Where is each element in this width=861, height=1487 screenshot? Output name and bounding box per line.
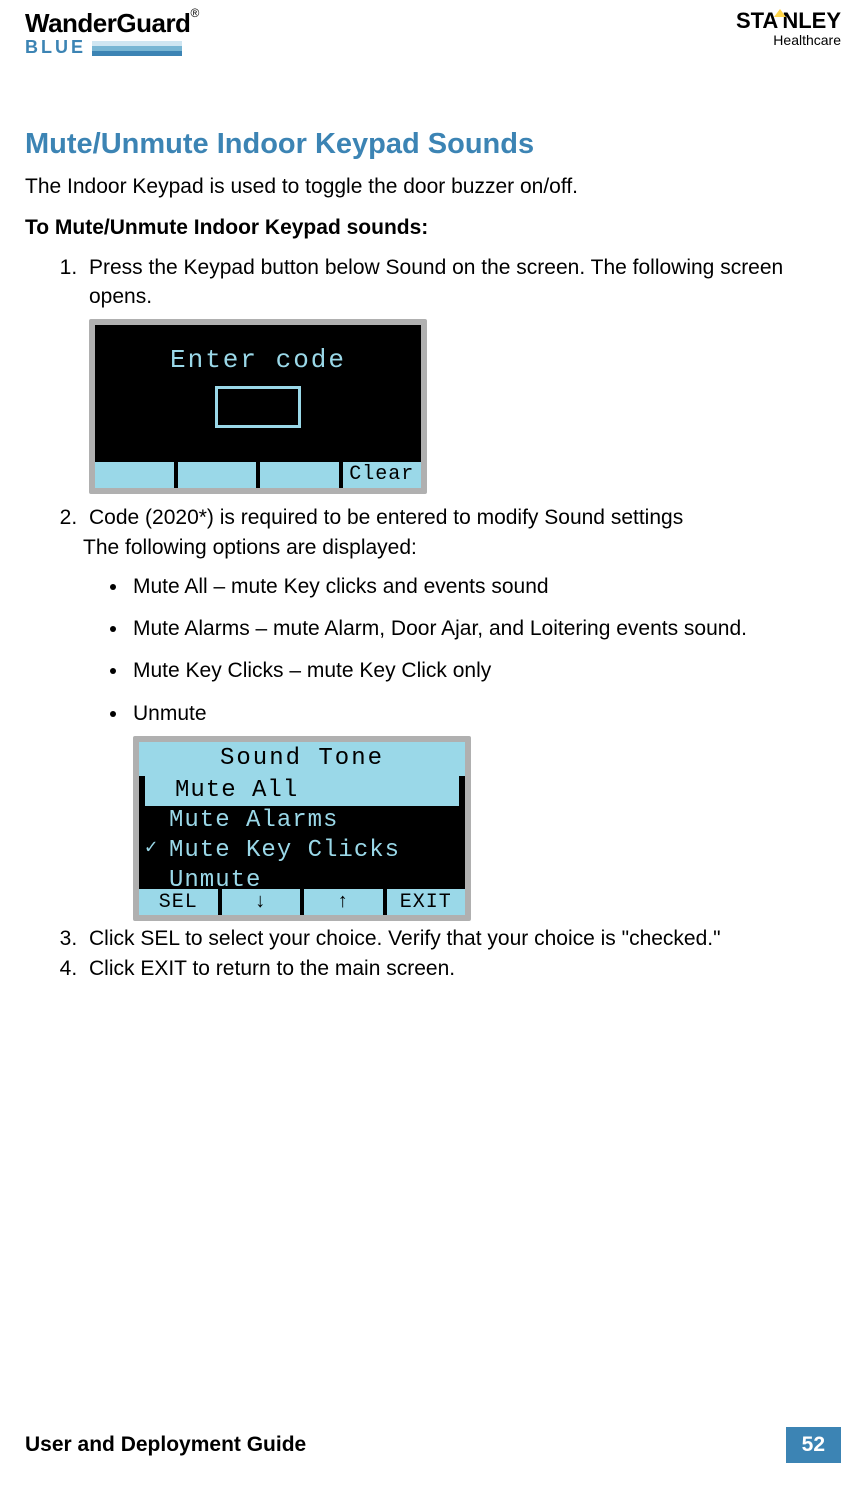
lcd2-item-mute-key-clicks: Mute Key Clicks [139, 836, 465, 866]
lcd1-code-input [215, 386, 301, 428]
lcd1-softkey-clear: Clear [339, 462, 422, 488]
option-mute-key-clicks: Mute Key Clicks – mute Key Click only [129, 657, 841, 685]
page-number-badge: 52 [786, 1427, 841, 1463]
option-unmute: Unmute Sound Tone Mute All Mute Alarms M… [129, 700, 841, 921]
option-mute-alarms: Mute Alarms – mute Alarm, Door Ajar, and… [129, 615, 841, 643]
options-list: Mute All – mute Key clicks and events so… [89, 573, 841, 921]
step-2-text-b: The following options are displayed: [83, 534, 841, 562]
brand-text: STANLEY [736, 8, 841, 34]
notch-icon [774, 9, 786, 17]
stanley-logo: STANLEY Healthcare [736, 8, 841, 48]
logo-bars-icon [92, 41, 182, 56]
logo-text: WanderGuard [25, 8, 190, 39]
page-footer: User and Deployment Guide 52 [25, 1427, 841, 1463]
step-3: Click SEL to select your choice. Verify … [83, 925, 841, 953]
lcd2-softkeys: SEL ↓ ↑ EXIT [139, 889, 465, 915]
option-mute-all: Mute All – mute Key clicks and events so… [129, 573, 841, 601]
wanderguard-logo: WanderGuard® BLUE [25, 8, 199, 58]
lcd1-softkey-2 [174, 462, 257, 488]
lcd-screen-enter-code: Enter code Clear [89, 319, 427, 494]
lcd2-item-mute-alarms: Mute Alarms [139, 806, 465, 836]
lcd2-item-mute-all: Mute All [145, 776, 459, 806]
step-1-text: Press the Keypad button below Sound on t… [89, 256, 783, 307]
lcd1-softkey-3 [256, 462, 339, 488]
lcd2-softkey-exit: EXIT [383, 889, 466, 915]
page-header: WanderGuard® BLUE STANLEY Healthcare [25, 8, 841, 58]
logo-subtext: BLUE [25, 37, 86, 58]
step-2: Code (2020*) is required to be entered t… [83, 504, 841, 921]
step-2-text-a: Code (2020*) is required to be entered t… [89, 506, 683, 529]
footer-title: User and Deployment Guide [25, 1433, 306, 1457]
lcd2-menu: Mute All Mute Alarms Mute Key Clicks Unm… [139, 776, 465, 896]
step-4: Click EXIT to return to the main screen. [83, 955, 841, 983]
step-1: Press the Keypad button below Sound on t… [83, 254, 841, 494]
lcd2-title: Sound Tone [139, 742, 465, 776]
registered-icon: ® [190, 6, 199, 20]
lcd1-softkey-1 [95, 462, 174, 488]
lcd-screen-sound-tone: Sound Tone Mute All Mute Alarms Mute Key… [133, 736, 471, 921]
procedure-heading: To Mute/Unmute Indoor Keypad sounds: [25, 216, 841, 240]
option-unmute-text: Unmute [133, 702, 207, 725]
intro-text: The Indoor Keypad is used to toggle the … [25, 173, 841, 200]
steps-list: Press the Keypad button below Sound on t… [25, 254, 841, 983]
brand-subtext: Healthcare [736, 32, 841, 48]
lcd2-softkey-down: ↓ [218, 889, 301, 915]
lcd1-title: Enter code [95, 325, 421, 378]
section-title: Mute/Unmute Indoor Keypad Sounds [25, 128, 841, 161]
lcd2-softkey-up: ↑ [300, 889, 383, 915]
lcd1-softkeys: Clear [95, 462, 421, 488]
lcd2-softkey-sel: SEL [139, 889, 218, 915]
